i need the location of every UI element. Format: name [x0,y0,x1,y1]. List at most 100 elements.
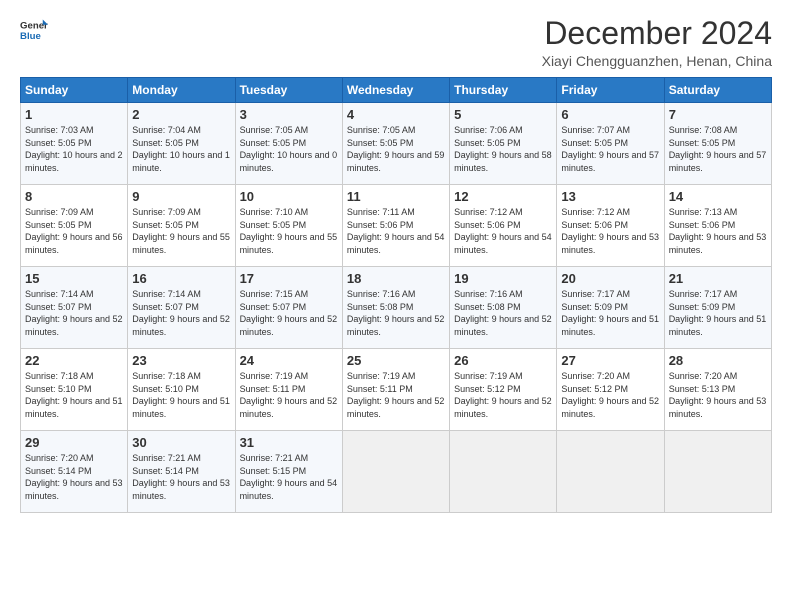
calendar-cell: 7Sunrise: 7:08 AMSunset: 5:05 PMDaylight… [664,103,771,185]
calendar-cell: 23 Sunrise: 7:18 AMSunset: 5:10 PMDayligh… [128,349,235,431]
week-row-4: 22 Sunrise: 7:18 AMSunset: 5:10 PMDayligh… [21,349,772,431]
cell-info: Sunrise: 7:03 AMSunset: 5:05 PMDaylight:… [25,124,123,174]
calendar-cell: 19Sunrise: 7:16 AMSunset: 5:08 PMDayligh… [450,267,557,349]
calendar-cell: 17Sunrise: 7:15 AMSunset: 5:07 PMDayligh… [235,267,342,349]
calendar-cell: 31 Sunrise: 7:21 AMSunset: 5:15 PMDayligh… [235,431,342,513]
header-cell-wednesday: Wednesday [342,78,449,103]
day-number: 2 [132,107,230,122]
calendar-cell: 29Sunrise: 7:20 AMSunset: 5:14 PMDayligh… [21,431,128,513]
calendar-cell: 21 Sunrise: 7:17 AMSunset: 5:09 PMDayligh… [664,267,771,349]
cell-info: Sunrise: 7:07 AMSunset: 5:05 PMDaylight:… [561,124,659,174]
day-number: 24 [240,353,338,368]
location: Xiayi Chengguanzhen, Henan, China [542,53,772,69]
week-row-1: 1 Sunrise: 7:03 AMSunset: 5:05 PMDaylight… [21,103,772,185]
calendar-cell: 10 Sunrise: 7:10 AMSunset: 5:05 PMDayligh… [235,185,342,267]
day-number: 4 [347,107,445,122]
day-number: 6 [561,107,659,122]
calendar-cell: 4 Sunrise: 7:05 AMSunset: 5:05 PMDaylight… [342,103,449,185]
calendar-cell: 6 Sunrise: 7:07 AMSunset: 5:05 PMDaylight… [557,103,664,185]
logo-icon: General Blue [20,16,48,44]
cell-info: Sunrise: 7:04 AMSunset: 5:05 PMDaylight:… [132,124,230,174]
calendar-table: SundayMondayTuesdayWednesdayThursdayFrid… [20,77,772,513]
cell-info: Sunrise: 7:17 AMSunset: 5:09 PMDaylight:… [561,288,659,338]
calendar-cell [450,431,557,513]
header-cell-thursday: Thursday [450,78,557,103]
cell-info: Sunrise: 7:13 AMSunset: 5:06 PMDaylight:… [669,206,767,256]
week-row-5: 29Sunrise: 7:20 AMSunset: 5:14 PMDayligh… [21,431,772,513]
calendar-cell: 24 Sunrise: 7:19 AMSunset: 5:11 PMDayligh… [235,349,342,431]
week-row-3: 15 Sunrise: 7:14 AMSunset: 5:07 PMDayligh… [21,267,772,349]
day-number: 26 [454,353,552,368]
header: General Blue December 2024 Xiayi Chenggu… [20,16,772,69]
calendar-cell: 3 Sunrise: 7:05 AMSunset: 5:05 PMDaylight… [235,103,342,185]
calendar-cell: 22 Sunrise: 7:18 AMSunset: 5:10 PMDayligh… [21,349,128,431]
day-number: 18 [347,271,445,286]
cell-info: Sunrise: 7:18 AMSunset: 5:10 PMDaylight:… [132,370,230,420]
page: General Blue December 2024 Xiayi Chenggu… [0,0,792,612]
day-number: 23 [132,353,230,368]
cell-info: Sunrise: 7:10 AMSunset: 5:05 PMDaylight:… [240,206,338,256]
day-number: 30 [132,435,230,450]
cell-info: Sunrise: 7:19 AMSunset: 5:11 PMDaylight:… [240,370,338,420]
header-cell-sunday: Sunday [21,78,128,103]
day-number: 3 [240,107,338,122]
calendar-cell: 16Sunrise: 7:14 AMSunset: 5:07 PMDayligh… [128,267,235,349]
cell-info: Sunrise: 7:05 AMSunset: 5:05 PMDaylight:… [240,124,338,174]
day-number: 5 [454,107,552,122]
header-cell-monday: Monday [128,78,235,103]
calendar-cell: 2 Sunrise: 7:04 AMSunset: 5:05 PMDaylight… [128,103,235,185]
calendar-cell: 20 Sunrise: 7:17 AMSunset: 5:09 PMDayligh… [557,267,664,349]
cell-info: Sunrise: 7:05 AMSunset: 5:05 PMDaylight:… [347,124,445,174]
month-title: December 2024 [542,16,772,51]
cell-info: Sunrise: 7:21 AMSunset: 5:15 PMDaylight:… [240,452,338,502]
calendar-cell [342,431,449,513]
calendar-cell: 12 Sunrise: 7:12 AMSunset: 5:06 PMDayligh… [450,185,557,267]
day-number: 1 [25,107,123,122]
day-number: 25 [347,353,445,368]
cell-info: Sunrise: 7:09 AMSunset: 5:05 PMDaylight:… [132,206,230,256]
calendar-cell: 30 Sunrise: 7:21 AMSunset: 5:14 PMDayligh… [128,431,235,513]
day-number: 27 [561,353,659,368]
cell-info: Sunrise: 7:21 AMSunset: 5:14 PMDaylight:… [132,452,230,502]
cell-info: Sunrise: 7:16 AMSunset: 5:08 PMDaylight:… [454,288,552,338]
title-block: December 2024 Xiayi Chengguanzhen, Henan… [542,16,772,69]
calendar-cell: 27Sunrise: 7:20 AMSunset: 5:12 PMDayligh… [557,349,664,431]
day-number: 31 [240,435,338,450]
cell-info: Sunrise: 7:14 AMSunset: 5:07 PMDaylight:… [25,288,123,338]
day-number: 21 [669,271,767,286]
header-cell-saturday: Saturday [664,78,771,103]
cell-info: Sunrise: 7:19 AMSunset: 5:11 PMDaylight:… [347,370,445,420]
day-number: 16 [132,271,230,286]
calendar-cell [557,431,664,513]
cell-info: Sunrise: 7:18 AMSunset: 5:10 PMDaylight:… [25,370,123,420]
cell-info: Sunrise: 7:20 AMSunset: 5:14 PMDaylight:… [25,452,123,502]
calendar-cell: 5 Sunrise: 7:06 AMSunset: 5:05 PMDaylight… [450,103,557,185]
day-number: 12 [454,189,552,204]
cell-info: Sunrise: 7:12 AMSunset: 5:06 PMDaylight:… [454,206,552,256]
calendar-cell: 11Sunrise: 7:11 AMSunset: 5:06 PMDayligh… [342,185,449,267]
day-number: 8 [25,189,123,204]
calendar-cell: 8 Sunrise: 7:09 AMSunset: 5:05 PMDaylight… [21,185,128,267]
day-number: 15 [25,271,123,286]
calendar-cell: 15 Sunrise: 7:14 AMSunset: 5:07 PMDayligh… [21,267,128,349]
cell-info: Sunrise: 7:17 AMSunset: 5:09 PMDaylight:… [669,288,767,338]
svg-text:Blue: Blue [20,31,41,42]
cell-info: Sunrise: 7:09 AMSunset: 5:05 PMDaylight:… [25,206,123,256]
calendar-cell: 18 Sunrise: 7:16 AMSunset: 5:08 PMDayligh… [342,267,449,349]
logo: General Blue [20,16,48,44]
cell-info: Sunrise: 7:19 AMSunset: 5:12 PMDaylight:… [454,370,552,420]
header-cell-friday: Friday [557,78,664,103]
day-number: 7 [669,107,767,122]
day-number: 22 [25,353,123,368]
day-number: 20 [561,271,659,286]
calendar-cell: 9 Sunrise: 7:09 AMSunset: 5:05 PMDaylight… [128,185,235,267]
day-number: 10 [240,189,338,204]
day-number: 14 [669,189,767,204]
header-row: SundayMondayTuesdayWednesdayThursdayFrid… [21,78,772,103]
cell-info: Sunrise: 7:16 AMSunset: 5:08 PMDaylight:… [347,288,445,338]
cell-info: Sunrise: 7:06 AMSunset: 5:05 PMDaylight:… [454,124,552,174]
day-number: 13 [561,189,659,204]
day-number: 9 [132,189,230,204]
calendar-cell: 26 Sunrise: 7:19 AMSunset: 5:12 PMDayligh… [450,349,557,431]
header-cell-tuesday: Tuesday [235,78,342,103]
